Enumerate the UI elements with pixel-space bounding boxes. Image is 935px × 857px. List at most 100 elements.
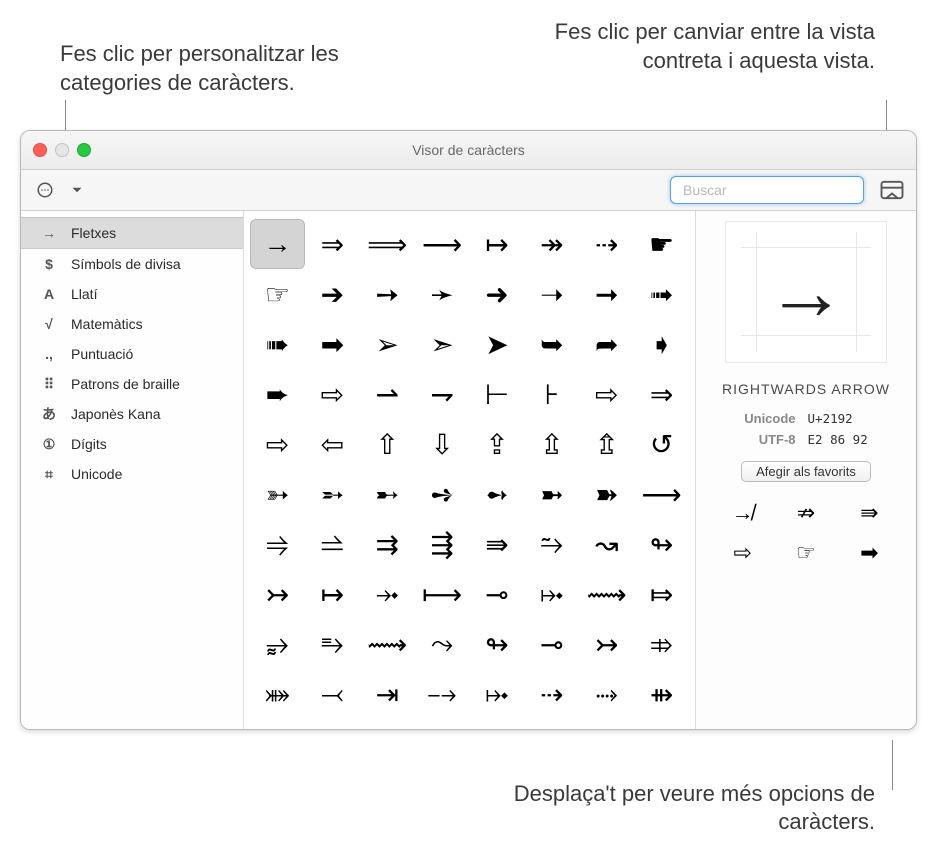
character-cell[interactable]: ⇢ (524, 669, 579, 719)
character-cell[interactable]: ➥ (524, 319, 579, 369)
character-cell[interactable]: ⥱ (305, 619, 360, 669)
character-cell[interactable]: ⇧ (360, 419, 415, 469)
sidebar-item-patrons-de-braille[interactable]: ⠿Patrons de braille (21, 369, 243, 399)
character-cell[interactable]: ⥲ (524, 519, 579, 569)
sidebar-item-japon-s-kana[interactable]: あJaponès Kana (21, 399, 243, 429)
variant-cell[interactable]: ⇏ (784, 500, 827, 526)
character-cell[interactable]: ⇫ (524, 419, 579, 469)
character-cell[interactable]: ⇨ (250, 419, 305, 469)
character-cell[interactable]: ➢ (360, 319, 415, 369)
character-cell[interactable]: ⇛ (470, 519, 525, 569)
character-cell[interactable]: ⥤ (250, 519, 305, 569)
character-cell[interactable]: ⇉ (360, 519, 415, 569)
toggle-compact-view-button[interactable] (878, 178, 906, 202)
character-cell[interactable]: ⟶ (415, 219, 470, 269)
character-cell[interactable]: ➽ (579, 469, 634, 519)
character-cell[interactable]: ↣ (250, 569, 305, 619)
character-cell[interactable]: ↣ (579, 619, 634, 669)
character-cell[interactable]: ➳ (250, 469, 305, 519)
close-window-button[interactable] (33, 143, 47, 157)
character-cell[interactable]: ➧ (634, 319, 689, 369)
character-cell[interactable]: ➨ (250, 369, 305, 419)
character-cell[interactable]: ⟹ (360, 219, 415, 269)
search-field[interactable] (670, 176, 864, 204)
variant-cell[interactable]: ➡ (848, 540, 891, 566)
character-cell[interactable]: ⟶ (634, 469, 689, 519)
character-cell[interactable]: ⇶ (415, 519, 470, 569)
character-cell[interactable]: ⟿ (579, 569, 634, 619)
character-cell[interactable]: ⤑ (579, 669, 634, 719)
sidebar-item-matem-tics[interactable]: √Matemàtics (21, 309, 243, 339)
character-cell[interactable]: ⊦ (524, 369, 579, 419)
character-cell[interactable]: ➞ (579, 269, 634, 319)
character-cell[interactable]: ⤠ (470, 669, 525, 719)
character-cell[interactable]: ⤠ (524, 569, 579, 619)
sidebar-item-puntuaci-[interactable]: .,Puntuació (21, 339, 243, 369)
character-cell[interactable]: ⇻ (634, 669, 689, 719)
sidebar-item-s-mbols-de-divisa[interactable]: $Símbols de divisa (21, 249, 243, 279)
character-cell[interactable]: ➙ (360, 269, 415, 319)
character-cell[interactable]: ⥵ (250, 619, 305, 669)
character-cell[interactable]: ⤙ (305, 669, 360, 719)
character-cell[interactable]: ↝ (579, 519, 634, 569)
character-cell[interactable]: ⟿ (360, 619, 415, 669)
character-cell[interactable]: ➼ (524, 469, 579, 519)
character-cell[interactable]: ⇒ (305, 219, 360, 269)
character-cell[interactable]: ⇥ (360, 669, 415, 719)
character-cell[interactable]: ↬ (470, 619, 525, 669)
character-cell[interactable]: ⇢ (579, 219, 634, 269)
character-cell[interactable]: ➵ (305, 469, 360, 519)
character-cell[interactable]: ⤇ (634, 569, 689, 619)
sidebar-item-d-gits[interactable]: ①Dígits (21, 429, 243, 459)
sidebar-item-llat-[interactable]: ALlatí (21, 279, 243, 309)
sidebar-item-unicode[interactable]: ⌗Unicode (21, 459, 243, 489)
character-cell[interactable]: ⇨ (305, 369, 360, 419)
zoom-window-button[interactable] (77, 143, 91, 157)
character-cell[interactable]: ➺ (415, 469, 470, 519)
variant-cell[interactable]: ⇛ (848, 500, 891, 526)
character-cell[interactable]: ➝ (524, 269, 579, 319)
character-cell[interactable]: → (250, 219, 305, 269)
character-cell[interactable]: ⇀ (360, 369, 415, 419)
character-cell[interactable]: ⤞ (360, 569, 415, 619)
variant-cell[interactable]: ⇨ (721, 540, 764, 566)
character-cell[interactable]: ➡ (305, 319, 360, 369)
character-cell[interactable]: ↺ (634, 419, 689, 469)
character-cell[interactable]: ⊸ (470, 569, 525, 619)
character-cell[interactable]: ↦ (470, 219, 525, 269)
character-cell[interactable]: ➻ (470, 469, 525, 519)
categories-dropdown[interactable] (63, 178, 91, 202)
character-cell[interactable]: ⤃ (634, 619, 689, 669)
character-cell[interactable]: ➸ (360, 469, 415, 519)
character-cell[interactable]: ⇨ (579, 369, 634, 419)
character-cell[interactable]: ➟ (634, 269, 689, 319)
character-cell[interactable]: ➛ (415, 269, 470, 319)
character-cell[interactable]: ↬ (634, 519, 689, 569)
character-cell[interactable]: ➜ (470, 269, 525, 319)
character-cell[interactable]: ⤘ (250, 669, 305, 719)
character-cell[interactable]: ↦ (305, 569, 360, 619)
character-cell[interactable]: ⊸ (524, 619, 579, 669)
character-cell[interactable]: ➤ (470, 319, 525, 369)
character-cell[interactable]: ➣ (415, 319, 470, 369)
search-input[interactable] (681, 181, 866, 199)
character-cell[interactable]: ⇒ (634, 369, 689, 419)
character-cell[interactable]: ⇪ (470, 419, 525, 469)
add-to-favorites-button[interactable]: Afegir als favorits (741, 461, 871, 482)
character-cell[interactable]: ⊢ (470, 369, 525, 419)
customize-categories-button[interactable] (31, 178, 59, 202)
character-cell[interactable]: ➔ (305, 269, 360, 319)
sidebar-item-fletxes[interactable]: →Fletxes (21, 217, 243, 249)
minimize-window-button[interactable] (55, 143, 69, 157)
character-cell[interactable]: ⤍ (415, 669, 470, 719)
character-cell[interactable]: ⤳ (415, 619, 470, 669)
character-cell[interactable]: ⇬ (579, 419, 634, 469)
character-cell[interactable]: ☞ (250, 269, 305, 319)
character-cell[interactable]: ⥬ (305, 519, 360, 569)
character-cell[interactable]: ⇩ (415, 419, 470, 469)
character-cell[interactable]: ↠ (524, 219, 579, 269)
variant-cell[interactable]: ☞ (784, 540, 827, 566)
character-cell[interactable]: ⇦ (305, 419, 360, 469)
character-cell[interactable]: ⟼ (415, 569, 470, 619)
variant-cell[interactable]: ↛ (721, 500, 764, 526)
